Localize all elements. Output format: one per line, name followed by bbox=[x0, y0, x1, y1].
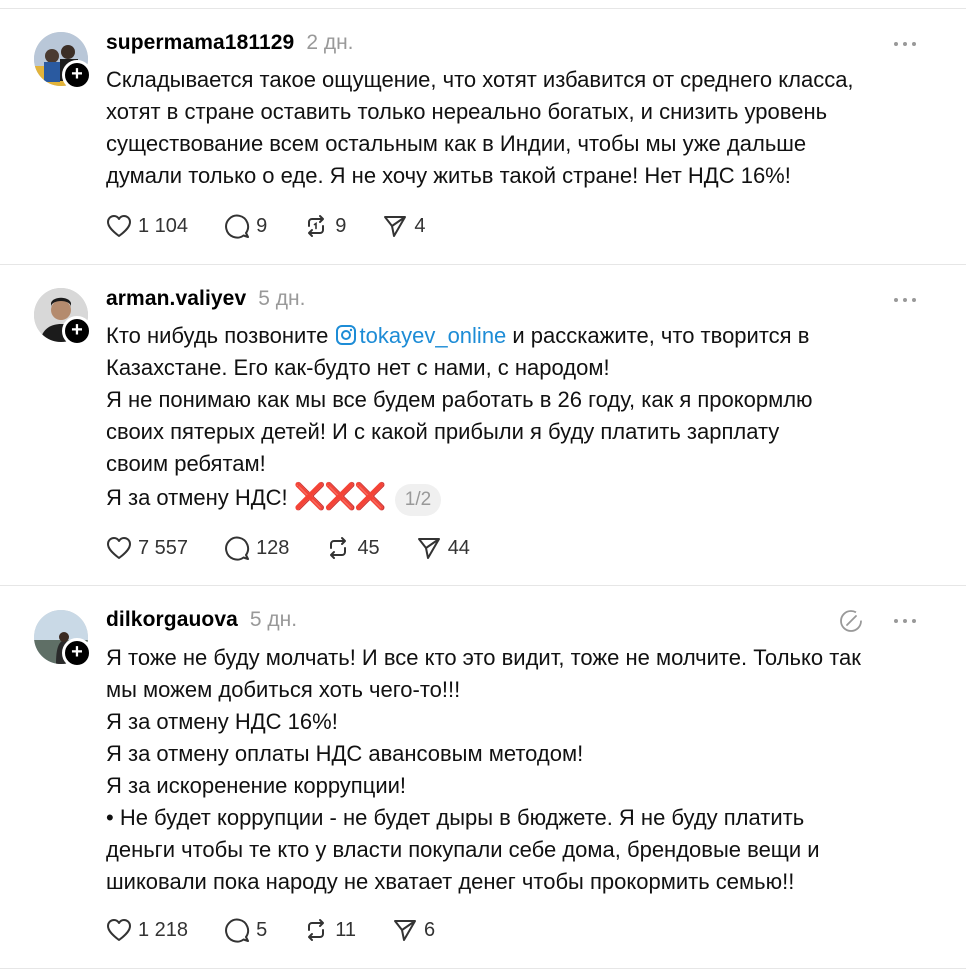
post-text: Я тоже не буду молчать! И все кто это ви… bbox=[106, 642, 936, 898]
follow-plus-icon[interactable]: + bbox=[62, 638, 92, 668]
post-line: Я тоже не буду молчать! И все кто это ви… bbox=[106, 645, 861, 670]
send-icon bbox=[393, 920, 416, 941]
reply-button[interactable]: 5 bbox=[224, 917, 267, 943]
post-line: Я за искоренение коррупции! bbox=[106, 773, 407, 798]
like-count: 1 218 bbox=[138, 918, 189, 941]
share-count: 6 bbox=[423, 918, 436, 941]
share-button[interactable]: 6 bbox=[392, 917, 435, 943]
reply-count: 5 bbox=[256, 918, 268, 941]
post-line: • Не будет коррупции - не будет дыры в б… bbox=[106, 805, 805, 830]
more-icon[interactable] bbox=[894, 616, 916, 626]
post-actions: 1 218 5 11 6 bbox=[106, 915, 471, 945]
post-line: деньги чтобы те кто у власти покупали се… bbox=[106, 837, 820, 862]
thread-post: + dilkorgauova 5 дн. Я тоже не буду молч… bbox=[0, 0, 966, 968]
post-time[interactable]: 5 дн. bbox=[250, 608, 297, 632]
user-avatar[interactable]: + bbox=[34, 610, 92, 668]
repost-button[interactable]: 11 bbox=[303, 917, 356, 943]
divider bbox=[0, 968, 966, 969]
heart-icon bbox=[107, 919, 131, 941]
like-button[interactable]: 1 218 bbox=[106, 918, 188, 942]
repost-count: 11 bbox=[335, 918, 356, 941]
repost-icon bbox=[308, 919, 325, 941]
comment-icon bbox=[225, 918, 250, 943]
post-line: мы можем добиться хоть чего-то!!! bbox=[106, 677, 461, 702]
post-header: dilkorgauova 5 дн. bbox=[106, 608, 297, 638]
post-line: Я за отмену НДС 16%! bbox=[106, 709, 338, 734]
username[interactable]: dilkorgauova bbox=[106, 608, 238, 632]
edited-icon[interactable] bbox=[838, 608, 864, 634]
post-line: Я за отмену оплаты НДС авансовым методом… bbox=[106, 741, 584, 766]
post-line: шиковали пока народу не хватает денег чт… bbox=[106, 869, 795, 894]
